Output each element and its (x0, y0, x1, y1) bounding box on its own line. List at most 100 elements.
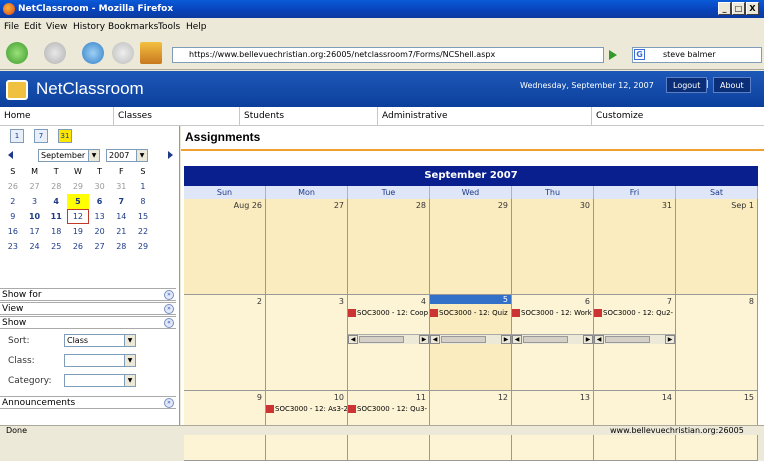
day-number[interactable]: 30 (580, 201, 590, 210)
day-cell[interactable]: 29 (430, 199, 512, 295)
sort-select[interactable]: Class ▼ (64, 334, 136, 347)
menu-bookmarks[interactable]: Bookmarks (108, 18, 158, 36)
back-icon[interactable] (6, 42, 28, 64)
mini-calendar-day[interactable]: 2 (2, 194, 24, 209)
close-button[interactable]: X (746, 2, 759, 15)
mini-calendar-day[interactable]: 26 (67, 239, 89, 254)
go-icon[interactable] (609, 50, 617, 60)
day-cell[interactable]: Aug 26 (184, 199, 266, 295)
mini-calendar-day[interactable]: 11 (45, 209, 67, 224)
mini-calendar-day[interactable]: 5 (67, 194, 89, 209)
mini-calendar-day[interactable]: 23 (2, 239, 24, 254)
menu-help[interactable]: Help (186, 18, 207, 36)
scroll-left-icon[interactable]: ◀ (512, 335, 522, 344)
day-cell[interactable]: 8 (676, 295, 758, 391)
mini-calendar-day[interactable]: 14 (110, 209, 132, 224)
day-cell[interactable]: 3 (266, 295, 348, 391)
tab-customize[interactable]: Customize (592, 107, 764, 126)
day-cell[interactable]: 5 SOC3000 - 12: Quiz ◀ ▶ (430, 295, 512, 391)
day-number[interactable]: 27 (334, 201, 344, 210)
scroll-thumb[interactable] (523, 336, 568, 343)
mini-calendar-day[interactable]: 10 (24, 209, 46, 224)
day-cell[interactable]: 31 (594, 199, 676, 295)
menu-history[interactable]: History (73, 18, 105, 36)
about-button[interactable]: About (713, 77, 751, 93)
day-number[interactable]: 6 (585, 297, 590, 306)
year-select[interactable]: 2007 ▼ (106, 149, 148, 162)
tab-students[interactable]: Students (240, 107, 378, 126)
day-cell[interactable]: 6 SOC3000 - 12: Work ◀ ▶ (512, 295, 594, 391)
scroll-right-icon[interactable]: ▶ (583, 335, 593, 344)
mini-calendar-day[interactable]: 26 (2, 179, 24, 194)
mini-calendar-day[interactable]: 8 (132, 194, 154, 209)
scroll-right-icon[interactable]: ▶ (665, 335, 675, 344)
mini-calendar-day[interactable]: 18 (45, 224, 67, 239)
day-cell[interactable]: 28 (348, 199, 430, 295)
day-number[interactable]: 28 (416, 201, 426, 210)
show-section[interactable]: Show « (0, 316, 176, 329)
day-cell[interactable]: 27 (266, 199, 348, 295)
mini-calendar-day[interactable]: 20 (89, 224, 111, 239)
day-cell[interactable]: 30 (512, 199, 594, 295)
assignment-entry[interactable]: SOC3000 - 12: Work (512, 309, 592, 317)
mini-calendar-day[interactable]: 27 (24, 179, 46, 194)
home-icon[interactable] (140, 42, 162, 64)
forward-icon[interactable] (44, 42, 66, 64)
horizontal-scrollbar[interactable]: ◀ ▶ (430, 334, 511, 344)
reload-icon[interactable] (82, 42, 104, 64)
menu-edit[interactable]: Edit (24, 18, 41, 36)
announcements-section[interactable]: Announcements » (0, 396, 176, 409)
day-view-icon[interactable]: 1 (10, 129, 24, 143)
mini-calendar-day[interactable]: 15 (132, 209, 154, 224)
day-cell[interactable]: 2 (184, 295, 266, 391)
day-number[interactable]: 9 (257, 393, 262, 402)
class-select[interactable]: ▼ (64, 354, 136, 367)
day-number[interactable]: 8 (749, 297, 754, 306)
scroll-left-icon[interactable]: ◀ (430, 335, 440, 344)
day-number[interactable]: 2 (257, 297, 262, 306)
day-number[interactable]: 15 (744, 393, 754, 402)
mini-calendar-day[interactable]: 21 (110, 224, 132, 239)
horizontal-scrollbar[interactable]: ◀ ▶ (512, 334, 593, 344)
logout-button[interactable]: Logout (666, 77, 708, 93)
tab-classes[interactable]: Classes (114, 107, 240, 126)
tab-administrative[interactable]: Administrative (378, 107, 592, 126)
stop-icon[interactable] (112, 42, 134, 64)
day-number[interactable]: 10 (334, 393, 344, 402)
maximize-button[interactable]: □ (732, 2, 745, 15)
day-number[interactable]: 7 (667, 297, 672, 306)
scroll-right-icon[interactable]: ▶ (501, 335, 511, 344)
day-number[interactable]: 31 (662, 201, 672, 210)
view-section[interactable]: View » (0, 302, 176, 315)
collapse-icon[interactable]: « (164, 318, 174, 328)
day-cell[interactable]: Sep 1 (676, 199, 758, 295)
day-number[interactable]: 11 (416, 393, 426, 402)
assignment-entry[interactable]: SOC3000 - 12: Qu3- (348, 405, 427, 413)
scroll-left-icon[interactable]: ◀ (348, 335, 358, 344)
assignment-entry[interactable]: SOC3000 - 12: Qu2- (594, 309, 673, 317)
assignment-entry[interactable]: SOC3000 - 12: Quiz (430, 309, 508, 317)
prev-month-icon[interactable] (8, 151, 13, 159)
mini-calendar-day[interactable]: 7 (110, 194, 132, 209)
search-input[interactable]: steve balmer (632, 47, 762, 63)
day-number[interactable]: 29 (498, 201, 508, 210)
tab-home[interactable]: Home (0, 107, 114, 126)
day-number[interactable]: Sep 1 (731, 201, 754, 210)
mini-calendar-day[interactable]: 27 (89, 239, 111, 254)
mini-calendar-day[interactable]: 29 (132, 239, 154, 254)
menu-view[interactable]: View (46, 18, 67, 36)
mini-calendar-day[interactable]: 25 (45, 239, 67, 254)
month-view-icon[interactable]: 31 (58, 129, 72, 143)
mini-calendar-day[interactable]: 6 (89, 194, 111, 209)
mini-calendar-day[interactable]: 17 (24, 224, 46, 239)
horizontal-scrollbar[interactable]: ◀ ▶ (594, 334, 675, 344)
scroll-left-icon[interactable]: ◀ (594, 335, 604, 344)
expand-icon[interactable]: » (164, 304, 174, 314)
scroll-right-icon[interactable]: ▶ (419, 335, 429, 344)
minimize-button[interactable]: _ (718, 2, 731, 15)
day-number[interactable]: Aug 26 (234, 201, 262, 210)
mini-calendar-day[interactable]: 22 (132, 224, 154, 239)
day-number[interactable]: 4 (421, 297, 426, 306)
mini-calendar-day[interactable]: 19 (67, 224, 89, 239)
expand-icon[interactable]: » (164, 398, 174, 408)
